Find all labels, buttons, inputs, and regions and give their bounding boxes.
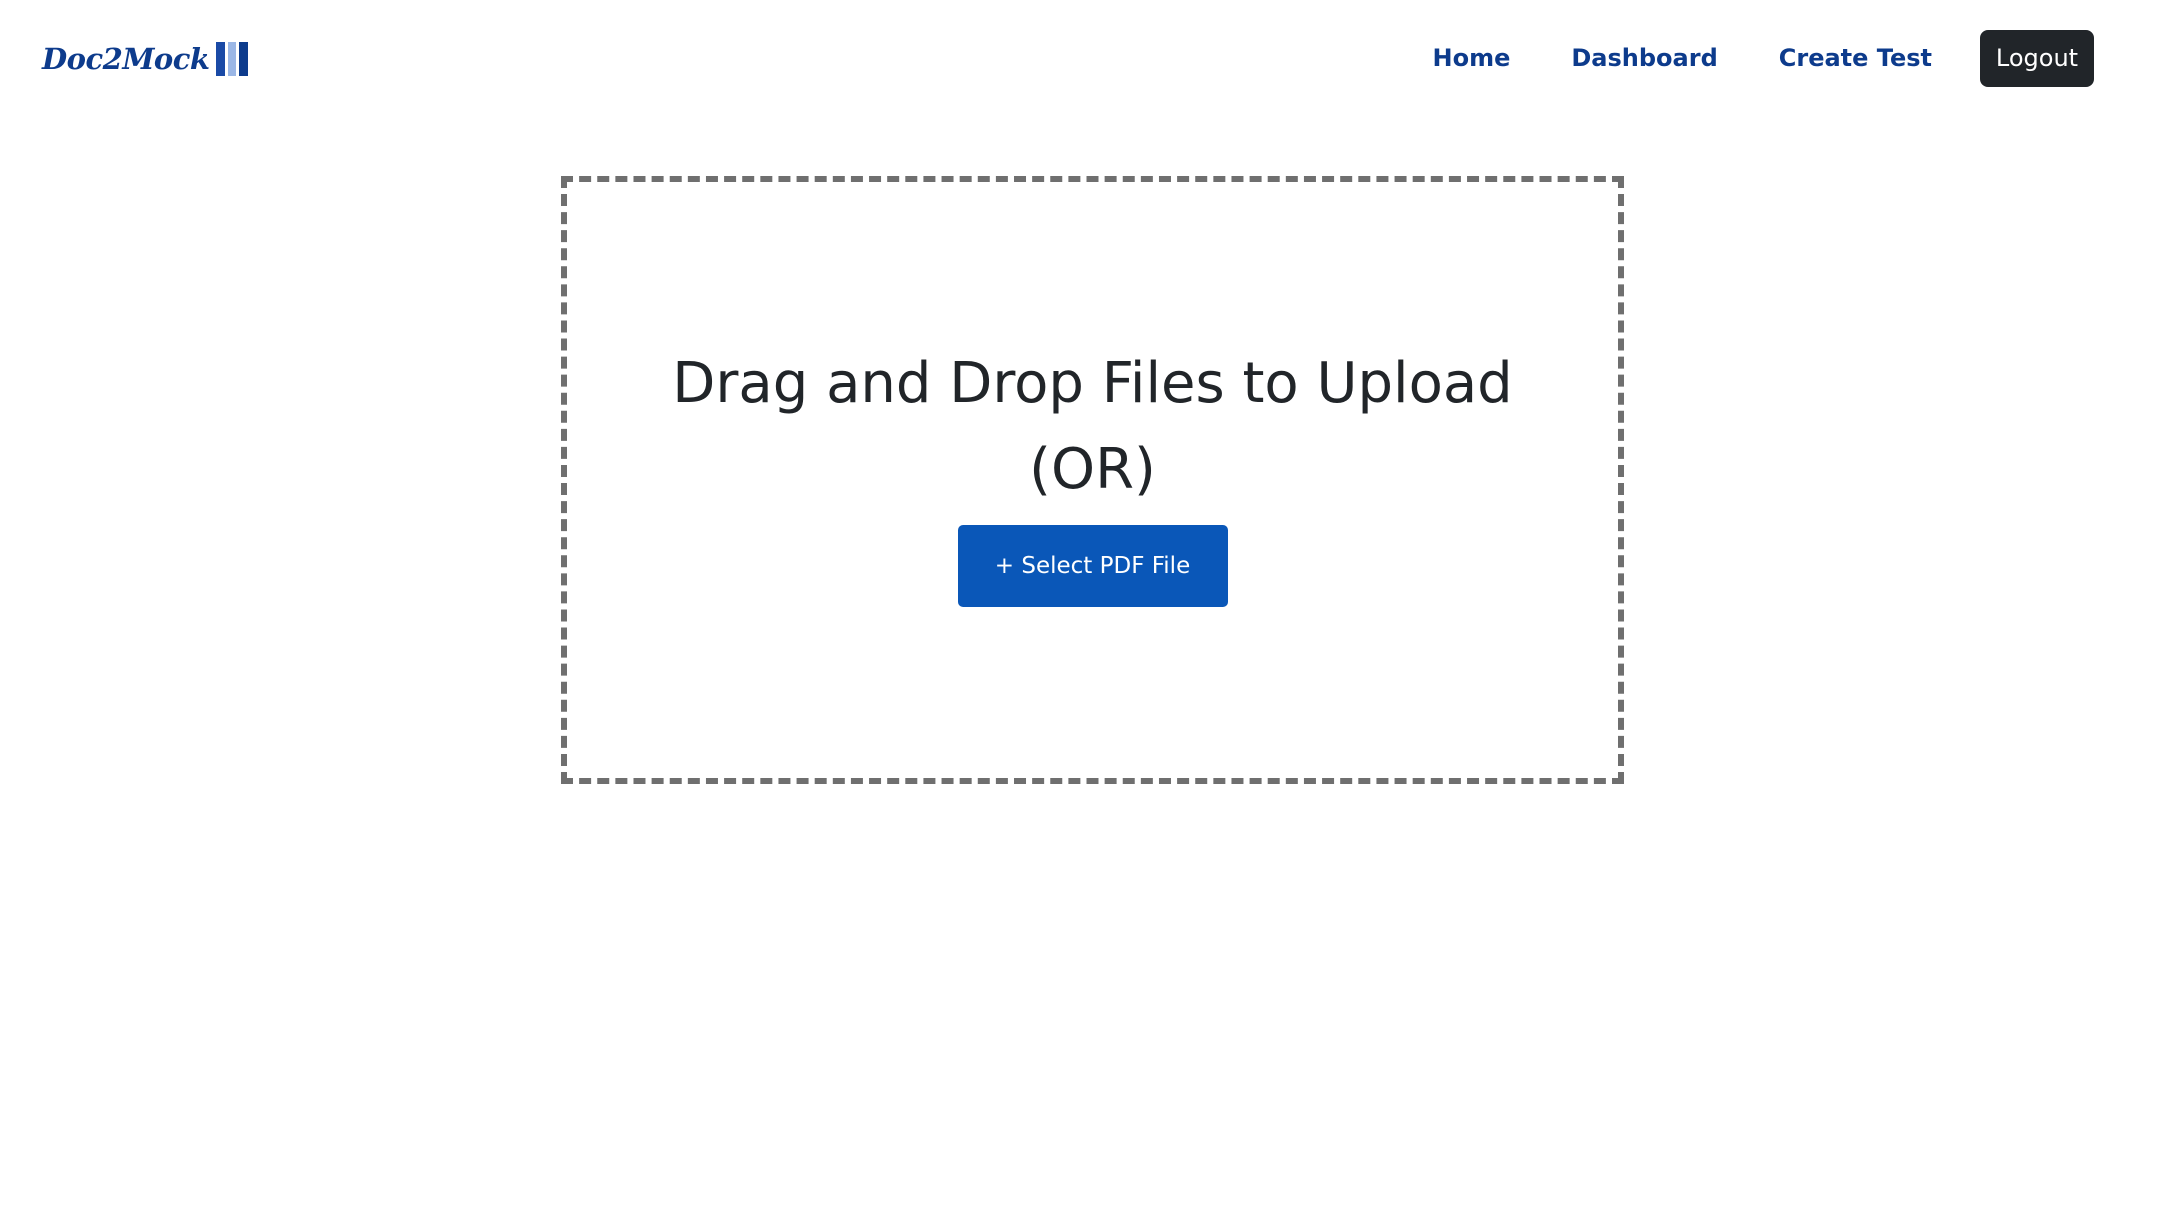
nav-link-home[interactable]: Home bbox=[1433, 27, 1511, 89]
nav-link-dashboard[interactable]: Dashboard bbox=[1571, 27, 1717, 89]
navbar: Doc2Mock Home Dashboard Create Test Logo… bbox=[0, 0, 2158, 126]
book-stripes-icon bbox=[215, 42, 248, 76]
nav-link-create-test[interactable]: Create Test bbox=[1779, 27, 1932, 89]
brand-name[interactable]: Doc2Mock bbox=[42, 42, 210, 76]
logout-button[interactable]: Logout bbox=[1980, 29, 2094, 87]
drop-heading-line2: (OR) bbox=[1029, 437, 1156, 502]
select-pdf-button[interactable]: + Select PDF File bbox=[957, 525, 1228, 607]
drop-heading-line1: Drag and Drop Files to Upload bbox=[672, 351, 1513, 416]
nav-links: Home Dashboard Create Test Logout bbox=[1433, 27, 2094, 89]
file-drop-zone[interactable]: Drag and Drop Files to Upload (OR) + Sel… bbox=[561, 176, 1624, 784]
brand[interactable]: Doc2Mock bbox=[42, 42, 248, 76]
drop-heading: Drag and Drop Files to Upload (OR) bbox=[672, 341, 1512, 513]
